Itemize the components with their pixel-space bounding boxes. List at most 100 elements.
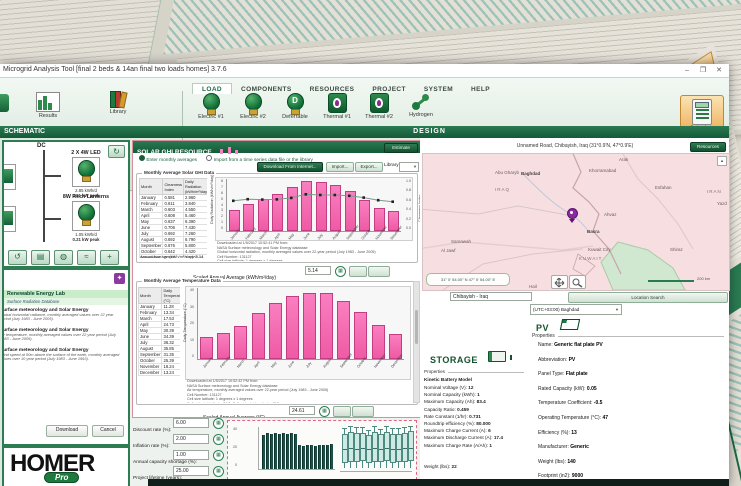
calculator-icon — [692, 99, 712, 125]
scaled-temp-button-1[interactable] — [333, 406, 351, 417]
ribbon-tabs: LOADCOMPONENTSRESOURCESPROJECTSYSTEMHELP — [192, 78, 499, 91]
map-label-shiraz: Shiraz — [670, 247, 683, 252]
download-from-internet-button[interactable]: Download From Internet... — [257, 162, 323, 172]
dataset-header[interactable]: Renewable Energy Lab — [4, 290, 130, 298]
resources-button[interactable]: Resources — [690, 142, 726, 152]
map-label-yazd: Yazd — [717, 201, 727, 206]
bottom-strip — [148, 479, 729, 486]
storage-model-line: Kinetic Battery Model — [424, 377, 472, 382]
table-header: Daily Temperature (°C) — [162, 288, 180, 304]
close-button[interactable]: ✕ — [713, 65, 725, 76]
scaled-temp-button-2[interactable] — [352, 406, 374, 417]
scaled-solar-button-2[interactable] — [368, 266, 390, 277]
estimate-button[interactable]: Estimate — [384, 143, 418, 153]
dataset-icon[interactable]: ✦ — [114, 273, 125, 284]
dataset-entry[interactable]: Surface meteorology and Solar EnergyAir … — [2, 328, 124, 342]
table-header: Month — [140, 179, 163, 195]
scaled-temp-input[interactable] — [289, 406, 315, 415]
median-line — [343, 449, 347, 450]
axis-tick: 40 — [231, 427, 237, 431]
dataset-entry[interactable]: Surface meteorology and Solar EnergyGlob… — [2, 308, 124, 322]
solar-resource-panel: SOLAR GHI RESOURCE Estimate Enter monthl… — [132, 140, 422, 418]
sensitivity-icon[interactable]: ▦ — [213, 418, 224, 429]
partial-component-1[interactable] — [2, 164, 16, 190]
wave-icon[interactable]: ≈ — [77, 250, 96, 265]
map-label-samawah: Samawah — [451, 239, 471, 244]
refresh-icon[interactable]: ↺ — [8, 250, 27, 265]
load-icon-box — [72, 157, 100, 187]
location-search-button[interactable]: Location Search — [568, 292, 728, 303]
solar-table-wrap[interactable]: MonthClearness IndexDaily Radiation (kWh… — [139, 178, 207, 258]
whisker-cap — [348, 426, 353, 427]
map-scroll-up[interactable]: ▲ — [717, 156, 727, 166]
toolbar-item-deferrable[interactable]: DDeferrable — [278, 93, 312, 120]
temperature-group-title: Monthly Average Temperature Data — [142, 278, 223, 283]
storage-property-row: Maximum Charge Rate (A/Ah): 1 — [424, 443, 503, 448]
sensitivity-icon[interactable]: ▦ — [319, 406, 330, 417]
schematic-load-2[interactable]: 8W Rech Lanterns 1.05 kWh/d 0.21 kW peak — [56, 194, 116, 242]
import-button[interactable]: Import... — [326, 162, 354, 172]
map-canvas[interactable]: ArakAbu GharybBaghdadKhorramabadIRAQEsfa… — [422, 153, 730, 291]
results-button[interactable]: Results — [36, 92, 60, 119]
partial-component-2[interactable] — [2, 206, 16, 232]
dataset-entry[interactable]: Surface meteorology and Solar EnergyWind… — [2, 348, 124, 362]
globe-icon[interactable]: ◍ — [54, 250, 73, 265]
economics-input[interactable] — [173, 418, 209, 428]
zoom-tool-button[interactable] — [569, 275, 586, 289]
export-button[interactable]: Export... — [355, 162, 383, 172]
profile-bar — [290, 433, 293, 469]
economics-input[interactable] — [173, 466, 209, 476]
table-header: Daily Radiation (kWh/m²/day) — [184, 179, 208, 195]
restore-button[interactable]: ❐ — [697, 65, 709, 76]
x-axis-label: January — [202, 358, 219, 374]
schematic-load-1[interactable]: 2 X 4W LED 2.85 kWh/d 0.91 kW peak — [56, 150, 116, 198]
home-icon[interactable] — [0, 94, 11, 116]
whisker-cap — [354, 427, 359, 428]
profile-bar — [262, 435, 265, 469]
pan-tool-button[interactable] — [551, 275, 568, 289]
whisker-cap — [408, 426, 413, 427]
scaled-solar-input[interactable] — [305, 266, 331, 275]
solar-header-bar: SOLAR GHI RESOURCE Estimate — [133, 141, 421, 153]
schematic-panel[interactable]: DC ↻ 2 X 4W LED 2.85 kWh/d 0.91 kW peak … — [2, 140, 130, 268]
tab-help[interactable]: HELP — [462, 84, 499, 94]
minimize-button[interactable]: – — [681, 65, 693, 76]
toolbar-item-electric-1[interactable]: Electric #1 — [194, 93, 228, 120]
economics-input[interactable] — [173, 434, 209, 444]
thermal-icon — [328, 93, 347, 113]
title-bar: Microgrid Analysis Tool [final 2 beds & … — [0, 64, 729, 78]
timezone-select[interactable]: (UTC+03:00) Baghdad ▼ — [530, 304, 622, 315]
profile-bar — [330, 444, 333, 469]
add-icon[interactable]: + — [100, 250, 119, 265]
library-combo[interactable]: ▼ — [399, 162, 419, 172]
grid-icon[interactable]: ▤ — [31, 250, 50, 265]
temperature-footnotes: Downloaded at 1/5/2017 10:52:42 PM from:… — [187, 379, 411, 403]
toolbar-item-thermal-1[interactable]: Thermal #1 — [320, 93, 354, 120]
whisker-cap — [342, 428, 347, 429]
sensitivity-icon[interactable]: ▦ — [213, 434, 224, 445]
temperature-table-wrap[interactable]: MonthDaily Temperature (°C)January11.28F… — [138, 287, 180, 399]
library-button[interactable]: Library — [108, 92, 128, 115]
scrollbar-thumb[interactable] — [415, 310, 418, 344]
scaled-solar-button-1[interactable] — [349, 266, 367, 277]
median-line — [379, 449, 383, 450]
schematic-header: SCHEMATIC — [0, 126, 134, 138]
toolbar-item-electric-2[interactable]: Electric #2 — [236, 93, 270, 120]
toolbar-item-thermal-2[interactable]: Thermal #2 — [362, 93, 396, 120]
map-location-text: Unnamed Road, Chibayish, Iraq (31°0.9'N,… — [422, 140, 728, 152]
cancel-button[interactable]: Cancel — [92, 425, 124, 437]
economics-input[interactable] — [173, 450, 209, 460]
radio-monthly[interactable]: Enter monthly averages — [139, 158, 197, 163]
pv-title: PV — [536, 323, 549, 333]
solar-panel-scrollbar[interactable] — [413, 281, 420, 403]
economics-row: Inflation rate (%):▦ — [133, 434, 225, 445]
homer-logo-panel: HOMER Pro — [2, 446, 130, 486]
location-search-input[interactable] — [450, 292, 532, 301]
sensitivity-icon[interactable]: ▦ — [213, 466, 224, 477]
download-button[interactable]: Download — [46, 425, 88, 437]
sensitivity-icon[interactable]: ▦ — [213, 450, 224, 461]
sensitivity-icon[interactable]: ▦ — [335, 266, 346, 277]
table-row: December13.24 — [139, 370, 181, 376]
toolbar-item-hydrogen[interactable]: Hydrogen — [404, 93, 438, 118]
solar-ghi-group: Monthly Average Solar GHI Data MonthClea… — [136, 173, 418, 263]
